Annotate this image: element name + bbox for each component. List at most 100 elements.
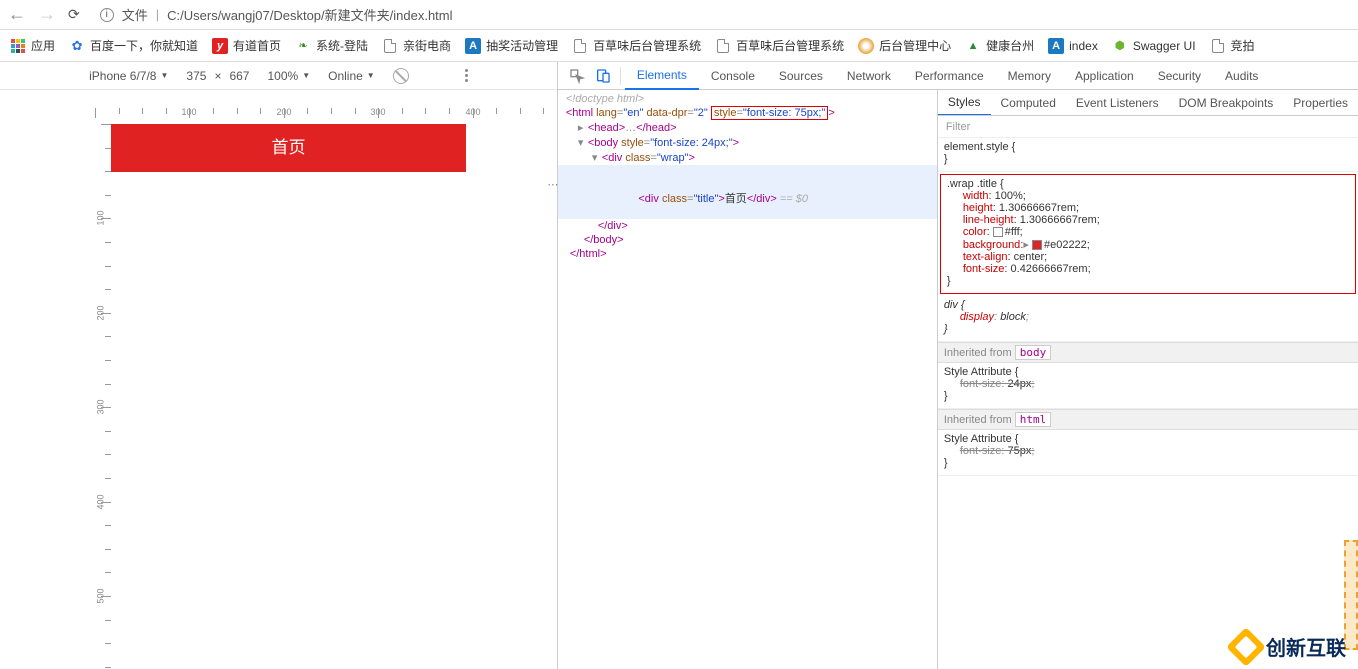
ruler-vertical: 100 200 300 400 500 xyxy=(95,124,111,669)
back-button[interactable]: ← xyxy=(8,4,26,25)
forward-button[interactable]: → xyxy=(38,4,56,25)
tab-audits[interactable]: Audits xyxy=(1213,62,1270,90)
tab-properties[interactable]: Properties xyxy=(1283,90,1358,116)
rule-selector: .wrap .title { xyxy=(947,178,1349,190)
rule-prop-width[interactable]: width: 100%; xyxy=(947,190,1349,202)
rule-element-style[interactable]: element.style { } xyxy=(938,138,1358,172)
rule-prop-height[interactable]: height: 1.30666667rem; xyxy=(947,202,1349,214)
rule-prop-font-size-body[interactable]: font-size: 24px; xyxy=(944,378,1352,390)
bookmark-label: 抽奖活动管理 xyxy=(486,37,558,54)
color-swatch-white[interactable] xyxy=(993,227,1003,237)
device-height[interactable]: 667 xyxy=(229,69,249,83)
apps-label: 应用 xyxy=(31,37,55,54)
apps-button[interactable]: 应用 xyxy=(10,37,55,54)
elements-panel[interactable]: <!doctype html> <html lang="en" data-dpr… xyxy=(558,90,938,669)
tab-security[interactable]: Security xyxy=(1146,62,1213,90)
tab-event-listeners[interactable]: Event Listeners xyxy=(1066,90,1169,116)
html-open-line[interactable]: <html lang="en" data-dpr="2" style="font… xyxy=(558,106,937,120)
toggle-device-button[interactable] xyxy=(590,63,616,89)
bookmark-baidu[interactable]: ✿百度一下，你就知道 xyxy=(69,37,198,54)
selected-dots-icon: ⋯ xyxy=(546,178,560,191)
bookmark-baicaowei2[interactable]: 百草味后台管理系统 xyxy=(715,37,844,54)
bookmark-label: Swagger UI xyxy=(1133,39,1196,53)
tab-memory[interactable]: Memory xyxy=(996,62,1063,90)
color-swatch-red[interactable] xyxy=(1032,240,1042,250)
wrap-open-line[interactable]: ▾<div class="wrap"> xyxy=(558,150,937,165)
inherited-label: Inherited from xyxy=(944,347,1012,359)
div-close-line[interactable]: </div> xyxy=(558,219,937,233)
rule-selector: div { xyxy=(944,299,1352,311)
bookmark-qinjie[interactable]: 亲街电商 xyxy=(382,37,451,54)
bookmark-baicaowei1[interactable]: 百草味后台管理系统 xyxy=(572,37,701,54)
body-tag[interactable]: body xyxy=(1015,345,1052,360)
rule-prop-text-align[interactable]: text-align: center; xyxy=(947,251,1349,263)
bookmark-system[interactable]: ❧ 系统-登陆 xyxy=(295,37,368,54)
bookmark-label: 系统-登陆 xyxy=(316,37,368,54)
tab-dom-breakpoints[interactable]: DOM Breakpoints xyxy=(1169,90,1284,116)
rule-prop-display[interactable]: display: block; xyxy=(944,311,1352,323)
device-toolbar: iPhone 6/7/8▼ 375 × 667 100%▼ Online▼ xyxy=(0,62,557,90)
tab-sources[interactable]: Sources xyxy=(767,62,835,90)
rule-div[interactable]: div { display: block; } xyxy=(938,296,1358,342)
info-icon: i xyxy=(100,8,114,22)
bookmark-label: 百度一下，你就知道 xyxy=(90,37,198,54)
rule-prop-color[interactable]: color: #fff; xyxy=(947,226,1349,238)
inherited-label: Inherited from xyxy=(944,414,1012,426)
bookmark-label: 亲街电商 xyxy=(403,37,451,54)
rule-prop-background[interactable]: background:▸ #e02222; xyxy=(947,238,1349,251)
bookmark-jingpai[interactable]: 竞拍 xyxy=(1210,37,1255,54)
body-close-line[interactable]: </body> xyxy=(558,233,937,247)
bookmark-label: 健康台州 xyxy=(986,37,1034,54)
device-frame: 首页 xyxy=(111,124,466,172)
chevron-down-icon: ▼ xyxy=(302,71,310,80)
bookmark-admin[interactable]: 后台管理中心 xyxy=(858,37,951,54)
styles-filter[interactable]: Filter xyxy=(938,116,1358,138)
youdao-icon: y xyxy=(212,38,228,54)
rule-wrap-title[interactable]: .wrap .title { width: 100%; height: 1.30… xyxy=(940,174,1356,294)
title-div-line[interactable]: ⋯ <div class="title">首页</div> == $0 xyxy=(558,165,937,219)
leaf-icon: ❧ xyxy=(295,38,311,54)
tab-performance[interactable]: Performance xyxy=(903,62,996,90)
html-tag[interactable]: html xyxy=(1015,412,1052,427)
bookmark-label: 百草味后台管理系统 xyxy=(593,37,701,54)
bookmark-index[interactable]: Aindex xyxy=(1048,38,1098,54)
tab-console[interactable]: Console xyxy=(699,62,767,90)
inspect-element-button[interactable] xyxy=(564,63,590,89)
bookmark-label: 百草味后台管理系统 xyxy=(736,37,844,54)
device-selector[interactable]: iPhone 6/7/8▼ xyxy=(89,69,168,83)
bookmark-swagger[interactable]: ⬢ Swagger UI xyxy=(1112,38,1196,54)
rule-brace: } xyxy=(944,390,1352,402)
styles-rules[interactable]: element.style { } .wrap .title { width: … xyxy=(938,138,1358,669)
inherited-from-html: Inherited from html xyxy=(938,409,1358,430)
rule-prop-font-size-html[interactable]: font-size: 75px; xyxy=(944,445,1352,457)
tab-application[interactable]: Application xyxy=(1063,62,1146,90)
swagger-icon: ⬢ xyxy=(1112,38,1128,54)
bookmark-choujiang[interactable]: A抽奖活动管理 xyxy=(465,37,558,54)
head-line[interactable]: ▸<head>…</head> xyxy=(558,120,937,135)
url-bar[interactable]: i 文件 | C:/Users/wangj07/Desktop/新建文件夹/in… xyxy=(92,5,1350,24)
html-close-line[interactable]: </html> xyxy=(558,247,937,261)
disc-icon xyxy=(858,38,874,54)
bookmark-label: 有道首页 xyxy=(233,37,281,54)
tab-computed[interactable]: Computed xyxy=(991,90,1066,116)
more-menu-icon[interactable] xyxy=(465,69,468,82)
reload-button[interactable]: ⟳ xyxy=(68,6,80,23)
rule-prop-line-height[interactable]: line-height: 1.30666667rem; xyxy=(947,214,1349,226)
chevron-down-icon: ▼ xyxy=(367,71,375,80)
zoom-selector[interactable]: 100%▼ xyxy=(267,69,310,83)
throttle-selector[interactable]: Online▼ xyxy=(328,69,375,83)
body-open-line[interactable]: ▾<body style="font-size: 24px;"> xyxy=(558,135,937,150)
bookmark-health[interactable]: ▲健康台州 xyxy=(965,37,1034,54)
bookmark-label: 竞拍 xyxy=(1231,37,1255,54)
rule-prop-font-size[interactable]: font-size: 0.42666667rem; xyxy=(947,263,1349,275)
bookmark-label: index xyxy=(1069,39,1098,53)
tab-elements[interactable]: Elements xyxy=(625,62,699,90)
rule-style-attr-html[interactable]: Style Attribute { font-size: 75px; } xyxy=(938,430,1358,476)
styles-panel: Styles Computed Event Listeners DOM Brea… xyxy=(938,90,1358,669)
bookmark-youdao[interactable]: y 有道首页 xyxy=(212,37,281,54)
tab-network[interactable]: Network xyxy=(835,62,903,90)
rule-style-attr-body[interactable]: Style Attribute { font-size: 24px; } xyxy=(938,363,1358,409)
doctype-line: <!doctype html> xyxy=(566,93,644,105)
tab-styles[interactable]: Styles xyxy=(938,90,991,116)
device-width[interactable]: 375 xyxy=(186,69,206,83)
